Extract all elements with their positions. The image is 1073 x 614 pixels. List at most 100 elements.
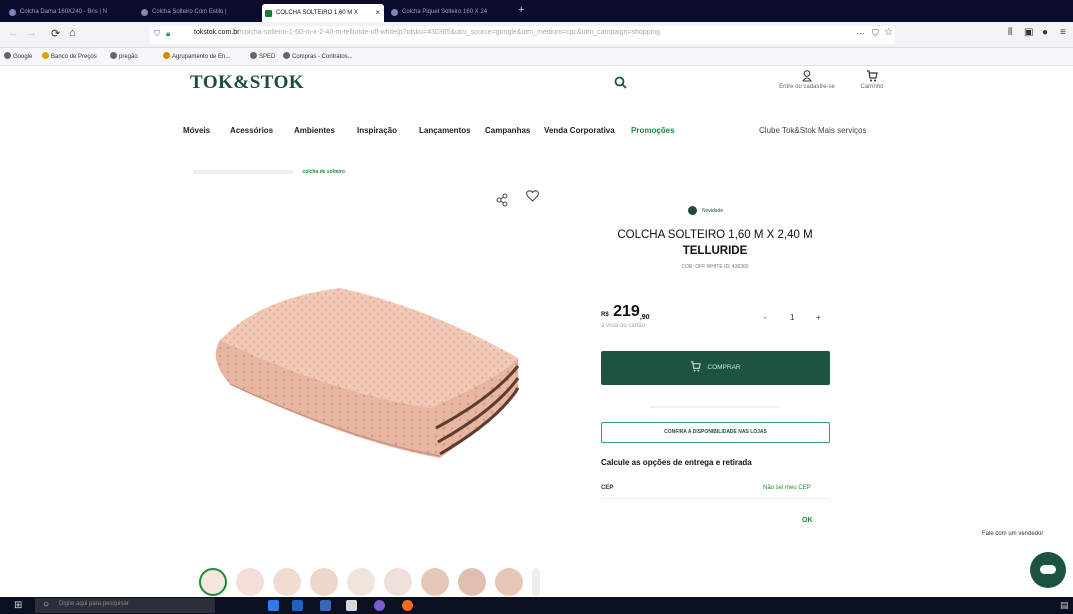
- menu-item-moveis[interactable]: Móveis: [183, 126, 210, 135]
- firefox-icon[interactable]: [402, 600, 413, 611]
- cart-label: Carrinho: [860, 84, 884, 90]
- bookmark-icon: [110, 52, 117, 59]
- product-price: R$ 219,90: [601, 303, 650, 321]
- cart-icon: [867, 70, 878, 82]
- menu-item-lancamentos[interactable]: Lançamentos: [419, 126, 471, 135]
- thumbnail[interactable]: [347, 568, 375, 596]
- site-logo[interactable]: TOK&STOK: [190, 72, 304, 94]
- buy-button[interactable]: COMPRAR: [601, 351, 830, 385]
- account-link[interactable]: Entre ou cadastre-se: [767, 70, 847, 90]
- google-icon: [4, 52, 11, 59]
- windows-start-icon[interactable]: ⊞: [14, 600, 22, 611]
- thumbnail[interactable]: [310, 568, 338, 596]
- breadcrumb-current: colcha de solteiro: [302, 169, 345, 175]
- cep-input[interactable]: [601, 498, 830, 499]
- search-icon[interactable]: [614, 76, 627, 89]
- favicon-icon: [265, 10, 272, 17]
- account-label: Entre ou cadastre-se: [779, 84, 835, 90]
- browser-tab-active[interactable]: COLCHA SOLTEIRO 1,60 M X ×: [262, 4, 384, 22]
- new-tab-icon[interactable]: +: [518, 4, 524, 16]
- app-icon[interactable]: [374, 600, 385, 611]
- menu-item-ambientes[interactable]: Ambientes: [294, 126, 335, 135]
- bookmark-item[interactable]: Google: [4, 52, 32, 60]
- thumbnail[interactable]: [495, 568, 523, 596]
- menu-icon[interactable]: ≡: [1060, 27, 1066, 38]
- menu-item-inspiracao[interactable]: Inspiração: [357, 126, 397, 135]
- pocket-icon[interactable]: ⛉: [872, 28, 879, 39]
- bookmark-icon: [250, 52, 257, 59]
- search-icon: ○: [43, 599, 50, 610]
- notifications-icon[interactable]: ▤: [1060, 600, 1069, 611]
- shield-icon: ⛉: [154, 29, 160, 38]
- share-icon[interactable]: [496, 193, 508, 207]
- qty-minus-button[interactable]: -: [764, 313, 767, 322]
- store-icon[interactable]: [292, 600, 303, 611]
- library-icon[interactable]: ⫴: [1008, 27, 1012, 38]
- office-icon[interactable]: [320, 600, 331, 611]
- thumbnail[interactable]: [236, 568, 264, 596]
- product-image[interactable]: [200, 280, 530, 470]
- browser-tab[interactable]: Colcha Piquet Solteiro 160 X 24: [388, 5, 512, 20]
- club-services-link[interactable]: Clube Tok&Stok Mais serviços: [759, 126, 866, 135]
- qty-plus-button[interactable]: +: [816, 313, 821, 322]
- product-title: COLCHA SOLTEIRO 1,60 M X 2,40 M TELLURID…: [617, 229, 813, 257]
- close-tab-icon[interactable]: ×: [375, 4, 380, 22]
- thumbnail[interactable]: [273, 568, 301, 596]
- availability-button[interactable]: CONFIRA A DISPONIBILIDADE NAS LOJAS: [601, 422, 830, 443]
- back-icon[interactable]: ←: [8, 27, 19, 39]
- browser-navbar: ← → ⟳ ⌂ ⛉ 🔒︎ tokstok.com.br/colcha-solte…: [0, 22, 1073, 48]
- menu-item-acessorios[interactable]: Acessórios: [230, 126, 273, 135]
- taskbar-search[interactable]: ○ Digite aqui para pesquisar: [35, 598, 215, 613]
- taskbar-search-placeholder: Digite aqui para pesquisar: [59, 601, 129, 607]
- menu-item-promocoes[interactable]: Promoções: [631, 126, 675, 135]
- lock-icon: 🔒︎: [166, 29, 171, 38]
- bookmark-item[interactable]: Compras - Contratos...: [283, 52, 353, 60]
- user-icon: [802, 70, 812, 82]
- more-icon[interactable]: ···: [856, 28, 865, 38]
- thumbnail[interactable]: [384, 568, 412, 596]
- thumbnail[interactable]: [421, 568, 449, 596]
- bookmark-item[interactable]: Agrupamento de En...: [163, 52, 230, 60]
- qty-value[interactable]: 1: [790, 313, 794, 322]
- sidebar-icon[interactable]: ▣: [1024, 27, 1033, 38]
- status-badge: Novidade: [688, 206, 723, 215]
- chat-button[interactable]: [1030, 552, 1066, 588]
- favicon-icon: [9, 9, 16, 16]
- badge-dot-icon: [688, 206, 697, 215]
- bookmark-item[interactable]: Banco de Preços: [42, 52, 97, 60]
- product-meta: COR: OFF WHITE ID: 430365: [681, 264, 749, 270]
- home-icon[interactable]: ⌂: [69, 27, 76, 39]
- browser-tab[interactable]: Colcha Dama 160X240 - Bris | N: [6, 5, 134, 20]
- cep-help-link[interactable]: Não sei meu CEP: [763, 485, 811, 491]
- favicon-icon: [391, 9, 398, 16]
- bookmark-item[interactable]: SPED: [250, 52, 275, 60]
- mail-icon[interactable]: [346, 600, 357, 611]
- bookmark-item[interactable]: pregão: [110, 52, 138, 60]
- os-taskbar: ⊞ ○ Digite aqui para pesquisar ▤: [0, 597, 1073, 614]
- forward-icon[interactable]: →: [26, 27, 37, 39]
- menu-item-campanhas[interactable]: Campanhas: [485, 126, 530, 135]
- bookmark-icon: [163, 52, 170, 59]
- menu-item-venda-corporativa[interactable]: Venda Corporativa: [544, 126, 615, 135]
- quantity-stepper: - 1 +: [760, 313, 824, 325]
- cep-ok-button[interactable]: OK: [802, 517, 813, 524]
- heart-icon[interactable]: [526, 190, 539, 202]
- cart-link[interactable]: Carrinho: [855, 70, 889, 90]
- bookmark-icon: [42, 52, 49, 59]
- divider: [650, 406, 780, 408]
- delivery-title: Calcule as opções de entrega e retirada: [601, 458, 752, 467]
- reload-icon[interactable]: ⟳: [51, 27, 60, 40]
- cart-icon: [691, 361, 702, 372]
- thumbnail[interactable]: [532, 568, 540, 596]
- payment-info: à vista ou cartão: [601, 323, 646, 329]
- favicon-icon: [141, 9, 148, 16]
- url-bar[interactable]: ⛉ 🔒︎ tokstok.com.br/colcha-solteiro-1-60…: [150, 26, 895, 44]
- thumbnail[interactable]: [458, 568, 486, 596]
- star-icon[interactable]: ☆: [884, 27, 893, 38]
- edge-icon[interactable]: [268, 600, 279, 611]
- thumbnail[interactable]: [199, 568, 227, 596]
- url-domain: tokstok.com.br: [194, 29, 240, 36]
- extension-icon[interactable]: ●: [1042, 27, 1048, 38]
- browser-tab[interactable]: Colcha Solteiro Com Estilo |: [138, 5, 262, 20]
- url-path: /colcha-solteiro-1-60-m-x-2-40-m-telluri…: [239, 29, 660, 36]
